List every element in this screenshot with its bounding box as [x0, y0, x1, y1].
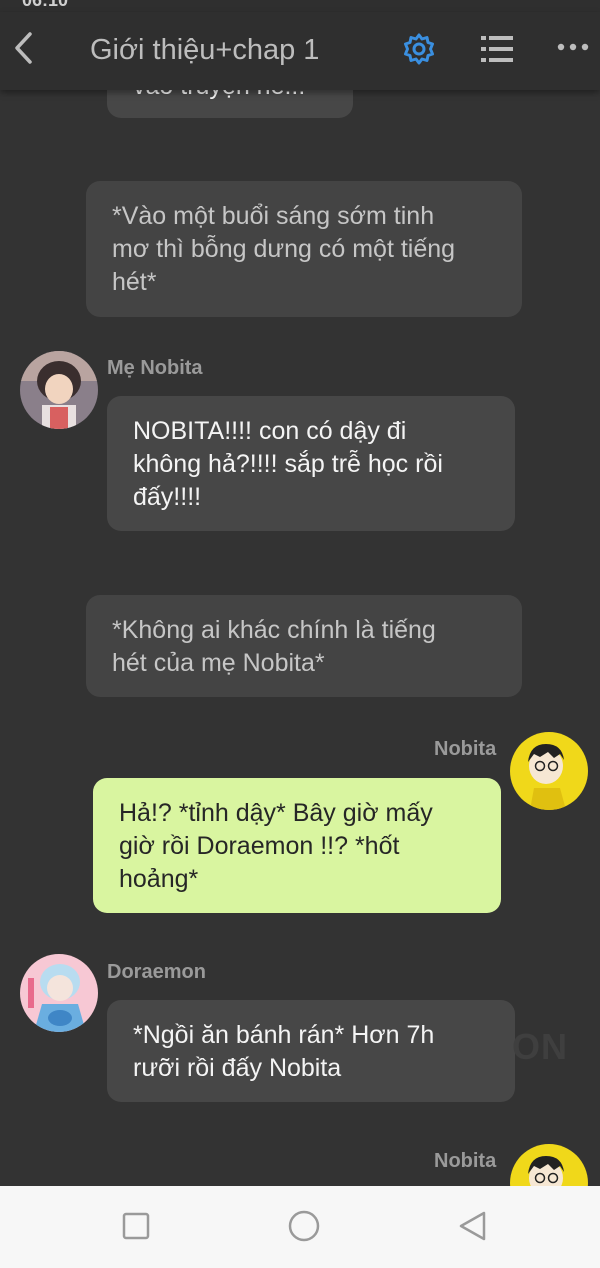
message-line: không hả?!!!! sắp trễ học rồi: [133, 450, 443, 478]
watermark: ON: [512, 1026, 568, 1067]
chevron-left-icon: [15, 32, 32, 64]
message-bubble: NOBITA!!!! con có dậy đi không hả?!!!! s…: [107, 396, 515, 531]
narration-line: *Vào một buổi sáng sớm tinh: [112, 202, 435, 230]
status-time: 06:10: [22, 0, 69, 10]
narration-line: *Không ai khác chính là tiếng: [112, 616, 436, 644]
recents-button[interactable]: [116, 1206, 156, 1246]
message-bubble: *Ngồi ăn bánh rán* Hơn 7h rưỡi rồi đấy N…: [107, 1000, 515, 1102]
list-icon: [481, 36, 513, 62]
system-nav-bar: [0, 1186, 600, 1268]
narration-bubble: *Không ai khác chính là tiếng hét của mẹ…: [86, 595, 522, 697]
gear-icon: [404, 33, 434, 65]
sender-name: Nobita: [434, 1150, 497, 1172]
sender-name: Mẹ Nobita: [107, 357, 203, 379]
avatar-image: [20, 351, 98, 429]
more-options-button[interactable]: [556, 40, 590, 54]
square-recents-icon: [122, 1212, 150, 1240]
chapter-list-button[interactable]: [481, 34, 513, 64]
message-line: đấy!!!!: [133, 483, 202, 511]
avatar-image: [20, 954, 98, 1032]
narration-bubble: *Vào một buổi sáng sớm tinh mơ thì bỗng …: [86, 181, 522, 317]
home-button[interactable]: [284, 1206, 324, 1246]
circle-home-icon: [288, 1210, 320, 1242]
narration-line: hét*: [112, 268, 157, 296]
avatar-image: [510, 732, 588, 810]
status-bar: 06:10: [0, 0, 600, 12]
message-line: hoảng*: [119, 865, 199, 893]
message-line: rưỡi rồi đấy Nobita: [133, 1054, 342, 1082]
narration-line: mơ thì bỗng dưng có một tiếng: [112, 235, 456, 263]
chapter-title: Giới thiệu+chap 1: [90, 34, 320, 66]
message-line: NOBITA!!!! con có dậy đi: [133, 417, 407, 445]
message-line: *Ngồi ăn bánh rán* Hơn 7h: [133, 1021, 435, 1049]
sender-name: Doraemon: [107, 961, 206, 983]
avatar-me-nobita[interactable]: [20, 351, 98, 429]
sender-name: Nobita: [434, 738, 497, 760]
message-line: Hả!? *tỉnh dậy* Bây giờ mấy: [119, 799, 433, 827]
message-bubble-own: Hả!? *tỉnh dậy* Bây giờ mấy giờ rồi Dora…: [93, 778, 501, 913]
more-dots-icon: [557, 43, 589, 51]
triangle-back-icon: [459, 1211, 486, 1241]
avatar-doraemon[interactable]: [20, 954, 98, 1032]
narration-line: hét của mẹ Nobita*: [112, 649, 325, 677]
app-bar: Giới thiệu+chap 1: [0, 12, 600, 90]
settings-button[interactable]: [402, 32, 436, 66]
system-back-button[interactable]: [452, 1206, 492, 1246]
avatar-nobita[interactable]: [510, 732, 588, 810]
back-button[interactable]: [10, 30, 38, 66]
message-line: giờ rồi Doraemon !!? *hốt: [119, 832, 400, 860]
